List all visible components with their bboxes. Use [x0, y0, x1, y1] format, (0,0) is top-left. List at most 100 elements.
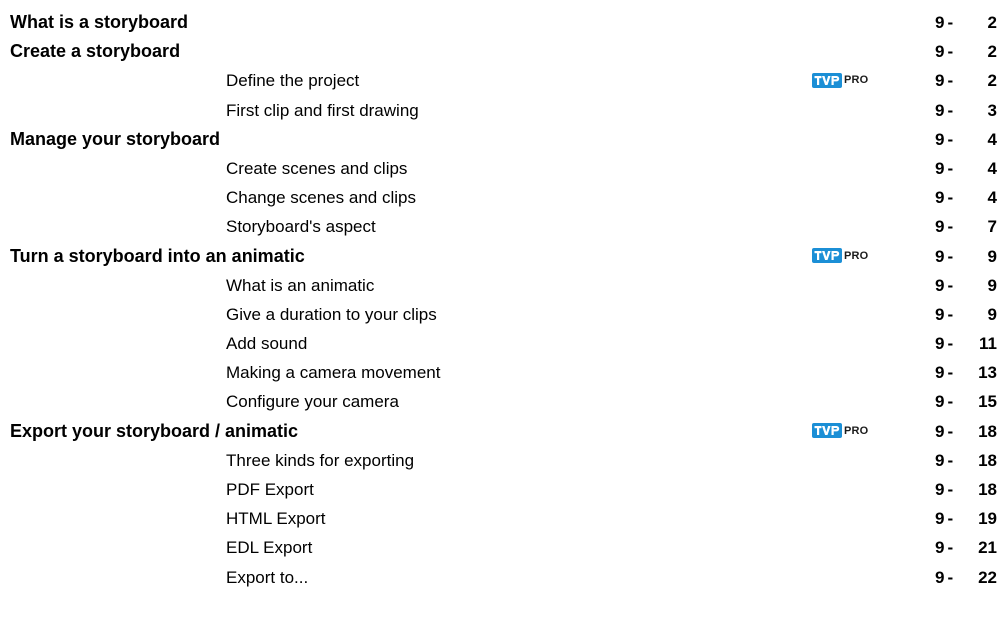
toc-page-number: 4 — [987, 158, 997, 178]
toc-chapter-number: 9 — [935, 100, 945, 120]
toc-entry-title[interactable]: Export to... — [226, 563, 308, 592]
toc-chapter-number: 9 — [935, 158, 945, 178]
toc-page-number: 21 — [978, 538, 997, 558]
toc-chapter-number: 9 — [935, 509, 945, 529]
toc-entry-title[interactable]: Storyboard's aspect — [226, 212, 376, 241]
toc-subsection[interactable]: Three kinds for exporting 9 - 18 — [0, 446, 1002, 475]
toc-entry-page: 9 - 9 — [935, 271, 997, 300]
toc-chapter-number: 9 — [935, 363, 945, 383]
toc-chapter-number: 9 — [935, 567, 945, 587]
toc-chapter-number: 9 — [935, 129, 945, 149]
toc-subsection[interactable]: Making a camera movement 9 - 13 — [0, 358, 1002, 387]
tvp-pro-badge: PRO — [812, 423, 868, 439]
toc-entry-title[interactable]: Configure your camera — [226, 387, 399, 416]
pro-label: PRO — [844, 424, 869, 437]
toc-subsection[interactable]: HTML Export 9 - 19 — [0, 504, 1002, 533]
toc-chapter-number: 9 — [935, 246, 945, 266]
toc-page-number: 11 — [979, 334, 997, 354]
toc-subsection[interactable]: Storyboard's aspect 9 - 7 — [0, 212, 1002, 241]
toc-page-number: 2 — [987, 71, 997, 91]
toc-chapter-number: 9 — [935, 334, 945, 354]
toc-entry-title[interactable]: Manage your storyboard — [10, 125, 220, 154]
toc-page-number: 13 — [978, 363, 997, 383]
toc-page-number: 18 — [978, 450, 997, 470]
toc-entry-title[interactable]: Define the project — [226, 66, 359, 95]
toc-subsection[interactable]: EDL Export 9 - 21 — [0, 533, 1002, 562]
pro-label: PRO — [844, 249, 869, 262]
toc-page-number: 3 — [987, 100, 997, 120]
toc-entry-title[interactable]: Give a duration to your clips — [226, 300, 437, 329]
toc-subsection[interactable]: Define the project 9 - 2 PRO — [0, 66, 1002, 95]
toc-section[interactable]: Manage your storyboard 9 - 4 — [0, 125, 1002, 154]
toc-section[interactable]: Export your storyboard / animatic 9 - 18… — [0, 417, 1002, 446]
toc-entry-title[interactable]: EDL Export — [226, 533, 312, 562]
toc-entry-page: 9 - 18 — [935, 446, 997, 475]
toc-subsection[interactable]: First clip and first drawing 9 - 3 — [0, 96, 1002, 125]
toc-subsection[interactable]: What is an animatic 9 - 9 — [0, 271, 1002, 300]
toc-entry-page: 9 - 13 — [935, 358, 997, 387]
toc-section[interactable]: Turn a storyboard into an animatic 9 - 9… — [0, 242, 1002, 271]
toc-entry-page: 9 - 2 — [935, 8, 997, 37]
toc-subsection[interactable]: Create scenes and clips 9 - 4 — [0, 154, 1002, 183]
toc-entry-title[interactable]: What is an animatic — [226, 271, 374, 300]
toc-page-number: 9 — [987, 275, 997, 295]
toc-entry-page: 9 - 9 — [935, 242, 997, 271]
toc-entry-title[interactable]: Three kinds for exporting — [226, 446, 414, 475]
toc-entry-page: 9 - 9 — [935, 300, 997, 329]
toc-chapter-number: 9 — [935, 538, 945, 558]
toc-chapter-number: 9 — [935, 13, 945, 32]
toc-entry-page: 9 - 4 — [935, 125, 997, 154]
pro-label: PRO — [844, 74, 869, 87]
toc-chapter-number: 9 — [935, 275, 945, 295]
toc-page-number: 19 — [978, 509, 997, 529]
toc-page-number: 9 — [987, 246, 997, 266]
toc-page-number: 2 — [987, 42, 997, 62]
toc-chapter-number: 9 — [935, 188, 945, 208]
toc-subsection[interactable]: Configure your camera 9 - 15 — [0, 387, 1002, 416]
toc-page-number: 7 — [987, 217, 997, 237]
toc-chapter-number: 9 — [935, 450, 945, 470]
toc-entry-page: 9 - 18 — [935, 417, 997, 446]
toc-chapter-number: 9 — [935, 392, 945, 412]
toc-page-number: 4 — [987, 188, 997, 208]
toc-subsection[interactable]: Add sound 9 - 11 — [0, 329, 1002, 358]
toc-entry-title[interactable]: Making a camera movement — [226, 358, 440, 387]
toc-entry-title[interactable]: First clip and first drawing — [226, 96, 419, 125]
toc-entry-page: 9 - 21 — [935, 533, 997, 562]
table-of-contents: What is a storyboard 9 - 2 Create a stor… — [0, 8, 1002, 592]
toc-chapter-number: 9 — [935, 480, 945, 499]
toc-entry-title[interactable]: Add sound — [226, 329, 307, 358]
toc-page-number: 22 — [978, 567, 997, 587]
toc-page-number: 9 — [987, 304, 997, 324]
toc-entry-page: 9 - 18 — [935, 475, 997, 504]
toc-section[interactable]: What is a storyboard 9 - 2 — [0, 8, 1002, 37]
toc-page-number: 4 — [987, 129, 997, 149]
toc-chapter-number: 9 — [935, 71, 945, 91]
toc-chapter-number: 9 — [935, 421, 945, 441]
toc-entry-title[interactable]: Turn a storyboard into an animatic — [10, 242, 305, 271]
toc-subsection[interactable]: Give a duration to your clips 9 - 9 — [0, 300, 1002, 329]
toc-entry-title[interactable]: Create scenes and clips — [226, 154, 407, 183]
toc-chapter-number: 9 — [935, 304, 945, 324]
toc-entry-page: 9 - 15 — [935, 387, 997, 416]
toc-page-number: 15 — [978, 392, 997, 412]
toc-page-number: 2 — [987, 13, 997, 32]
toc-entry-title[interactable]: Create a storyboard — [10, 37, 180, 66]
toc-entry-page: 9 - 4 — [935, 154, 997, 183]
tvp-logo-icon — [812, 248, 842, 263]
toc-entry-title[interactable]: HTML Export — [226, 504, 326, 533]
toc-entry-page: 9 - 22 — [935, 563, 997, 592]
toc-entry-page: 9 - 19 — [935, 504, 997, 533]
toc-section[interactable]: Create a storyboard 9 - 2 — [0, 37, 1002, 66]
toc-entry-title[interactable]: PDF Export — [226, 475, 314, 504]
toc-entry-page: 9 - 4 — [935, 183, 997, 212]
toc-page-number: 18 — [978, 480, 997, 499]
toc-subsection[interactable]: PDF Export 9 - 18 — [0, 475, 1002, 504]
toc-subsection[interactable]: Change scenes and clips 9 - 4 — [0, 183, 1002, 212]
toc-subsection[interactable]: Export to... 9 - 22 — [0, 563, 1002, 592]
toc-entry-page: 9 - 2 — [935, 37, 997, 66]
toc-entry-title[interactable]: What is a storyboard — [10, 8, 188, 37]
toc-chapter-number: 9 — [935, 42, 945, 62]
toc-entry-title[interactable]: Change scenes and clips — [226, 183, 416, 212]
toc-entry-title[interactable]: Export your storyboard / animatic — [10, 417, 298, 446]
